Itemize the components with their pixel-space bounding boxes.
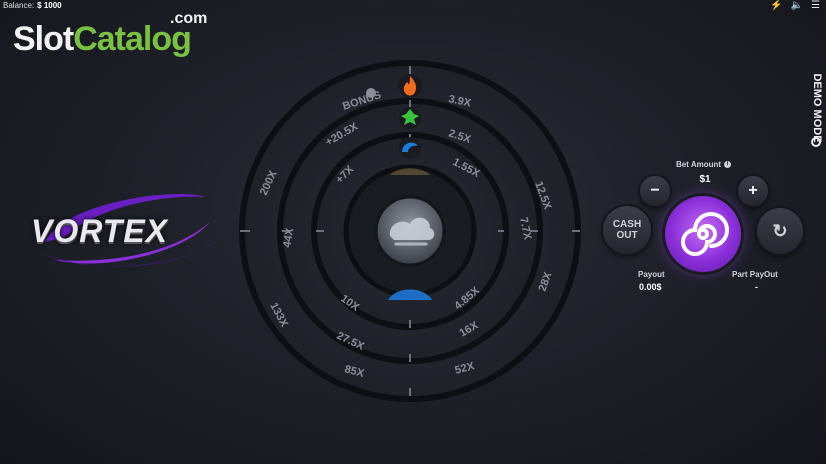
spin-button[interactable] [665,196,741,272]
spiral-icon [681,212,729,256]
payout-value: 0.00$ [639,282,662,292]
bet-amount-value: $1 [699,174,711,185]
cash-out-line2: OUT [616,230,638,241]
footer-bar [0,458,826,464]
autoplay-button[interactable]: ↻ [757,208,803,254]
bonus-info-icon[interactable] [366,88,376,98]
cash-out-button[interactable]: CASH OUT [603,206,651,254]
cash-out-line1: CASH [612,219,642,230]
water-icon [399,137,421,159]
increase-bet-button[interactable]: + [738,176,768,206]
autoplay-icon: ↻ [772,221,788,241]
part-payout-label: Part PayOut [732,270,778,279]
bet-amount-text: Bet Amount [676,160,722,169]
payout-label: Payout [638,270,665,279]
part-payout-value: - [755,282,758,292]
bet-amount-label: Bet Amount i [676,160,732,169]
info-icon[interactable]: i [724,161,732,169]
